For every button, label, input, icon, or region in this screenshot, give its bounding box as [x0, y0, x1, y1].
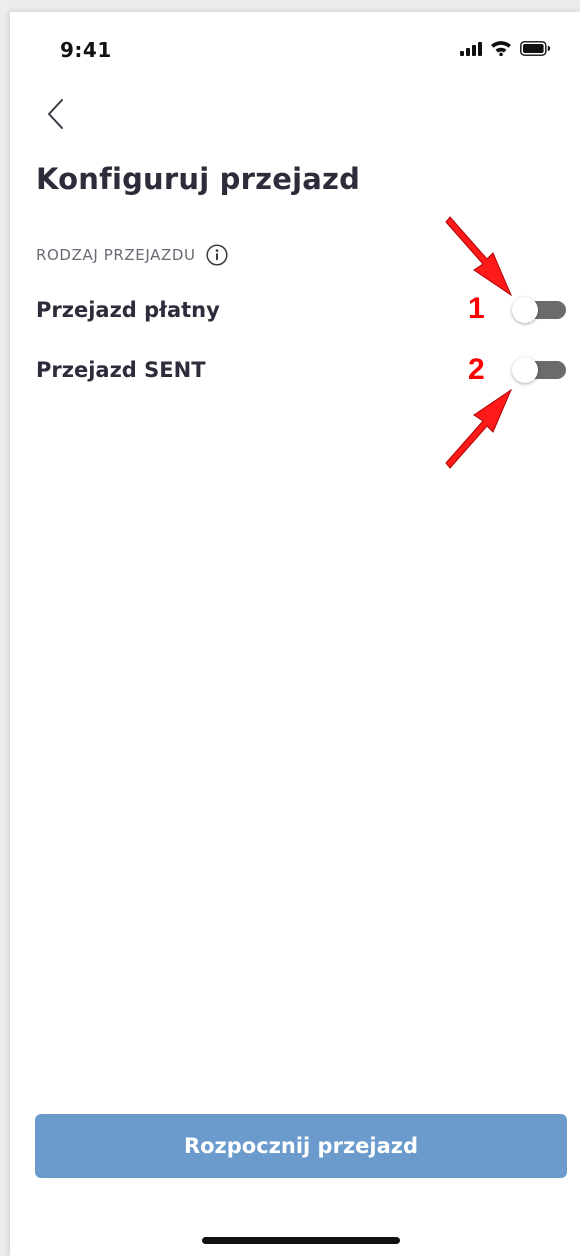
option-row-przejazd-sent: Przejazd SENT: [36, 350, 566, 390]
option-label: Przejazd SENT: [36, 358, 206, 382]
info-icon[interactable]: [206, 244, 228, 266]
page-title: Konfiguruj przejazd: [36, 162, 361, 196]
toggle-przejazd-platny[interactable]: [512, 297, 566, 323]
option-row-przejazd-platny: Przejazd płatny: [36, 290, 566, 330]
toggle-przejazd-sent[interactable]: [512, 357, 566, 383]
status-icons: [460, 40, 551, 60]
phone-screen: 9:41 Konfiguruj przejazd RODZAJ PRZEJAZD…: [10, 12, 580, 1256]
annotation-marker-1: 1: [468, 292, 485, 325]
back-button[interactable]: [40, 96, 70, 136]
annotation-arrow-2: [445, 388, 513, 469]
battery-icon: [520, 40, 551, 60]
section-label: RODZAJ PRZEJAZDU: [36, 246, 196, 264]
wifi-icon: [490, 40, 512, 60]
signal-icon: [460, 41, 482, 60]
section-header: RODZAJ PRZEJAZDU: [36, 244, 228, 266]
toggle-knob: [512, 357, 538, 383]
status-time: 9:41: [60, 38, 112, 62]
annotation-arrow-1: [445, 216, 513, 297]
start-ride-button[interactable]: Rozpocznij przejazd: [35, 1114, 567, 1178]
option-label: Przejazd płatny: [36, 298, 220, 322]
chevron-left-icon: [46, 98, 64, 134]
annotation-marker-2: 2: [468, 353, 485, 386]
home-indicator: [202, 1237, 400, 1244]
toggle-knob: [512, 297, 538, 323]
